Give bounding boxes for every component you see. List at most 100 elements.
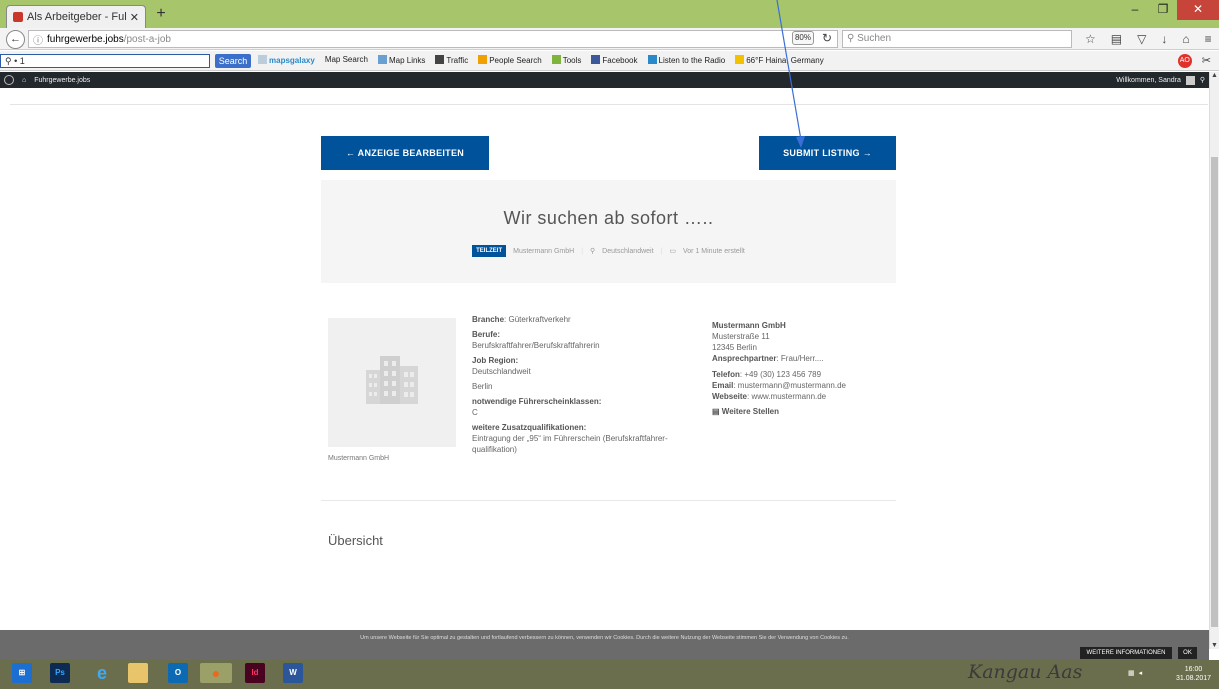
job-header: Wir suchen ab sofort ….. TEILZEIT Muster…	[321, 180, 896, 283]
toolbar-link-people-search[interactable]: People Search	[478, 55, 542, 65]
calendar-icon: ▭	[669, 248, 676, 255]
volume-icon[interactable]: ◂	[1139, 669, 1143, 677]
zusatz-label: weitere Zusatzqualifikationen:	[472, 423, 587, 432]
divider: |	[660, 247, 663, 255]
job-meta: TEILZEIT Mustermann GmbH | ⚲ Deutschland…	[321, 245, 896, 257]
contact-email[interactable]: mustermann@mustermann.de	[738, 381, 846, 390]
job-title: Wir suchen ab sofort …..	[503, 208, 714, 228]
admin-bar-right: Willkommen, Sandra ⚲	[1116, 72, 1205, 88]
clock-time: 16:00	[1184, 666, 1203, 673]
back-arrow-icon: ←	[10, 33, 21, 45]
addon-avatar-icon[interactable]: AO	[1177, 54, 1192, 68]
tab-close-icon[interactable]: ✕	[130, 11, 139, 24]
system-tray: ▦ ◂	[1128, 669, 1142, 677]
fuehrerschein-label: notwendige Führerscheinklassen:	[472, 397, 602, 406]
scrollbar-thumb[interactable]	[1211, 157, 1218, 627]
address-bar[interactable]: ⓘ fuhrgewerbe.jobs/post-a-job	[28, 30, 838, 48]
user-avatar[interactable]	[1185, 75, 1195, 85]
browser-tab-bar: Als Arbeitgeber - Fuhrgewer ✕ + – ❐ ✕	[0, 0, 1219, 28]
bookmarks-list-icon[interactable]: ▤	[1111, 32, 1122, 46]
wordpress-logo-icon[interactable]	[4, 75, 14, 85]
internet-explorer-icon[interactable]: e	[92, 663, 112, 683]
new-tab-button[interactable]: +	[150, 5, 172, 25]
toolbar-search-input[interactable]: ⚲ • 1	[0, 54, 210, 68]
logo-caption: Mustermann GmbH	[328, 455, 390, 462]
divider: |	[581, 247, 584, 255]
back-button[interactable]: ←	[6, 30, 25, 49]
cookie-banner: Um unsere Webseite für Sie optimal zu ge…	[0, 630, 1209, 660]
indesign-icon[interactable]: Id	[245, 663, 265, 683]
browser-search-input[interactable]: ⚲ Suchen	[842, 30, 1072, 48]
cookie-more-button[interactable]: WEITERE INFORMATIONEN	[1080, 647, 1172, 659]
firefox-icon[interactable]: ●	[200, 663, 232, 683]
edit-listing-button[interactable]: ← ANZEIGE BEARBEITEN	[321, 136, 489, 170]
window-close-button[interactable]: ✕	[1177, 0, 1219, 20]
berufe-value: Berufskraftfahrer/Berufskraftfahrerin	[472, 341, 600, 350]
email-label: Email	[712, 381, 734, 390]
weather-sun-icon	[735, 55, 745, 64]
menu-icon[interactable]: ≡	[1205, 32, 1212, 46]
browser-tab[interactable]: Als Arbeitgeber - Fuhrgewer ✕	[6, 5, 146, 28]
company-contact: Mustermann GmbH Musterstraße 11 12345 Be…	[712, 320, 887, 417]
toolbar-search-button[interactable]: Search	[215, 54, 251, 68]
bookmark-star-icon[interactable]: ☆	[1085, 32, 1096, 46]
admin-welcome[interactable]: Willkommen, Sandra	[1116, 77, 1181, 84]
divider	[10, 104, 1208, 105]
job-details: Branche: Güterkraftverkehr Berufe: Beruf…	[472, 314, 692, 459]
page-scrollbar[interactable]: ▲ ▼	[1209, 72, 1219, 649]
outlook-icon[interactable]: O	[168, 663, 188, 683]
scroll-up-icon[interactable]: ▲	[1210, 72, 1219, 79]
minimize-button[interactable]: –	[1121, 0, 1149, 20]
zoom-indicator[interactable]: 80%	[792, 31, 814, 45]
photoshop-icon[interactable]: Ps	[50, 663, 70, 683]
tools-wrench-icon[interactable]: ✂	[1202, 54, 1211, 68]
addon-toolbar: ⚲ • 1 Search mapsgalaxy Map Search Map L…	[0, 51, 1219, 71]
job-location: Deutschlandweit	[602, 247, 654, 255]
contact-street: Musterstraße 11	[712, 332, 770, 341]
maximize-button[interactable]: ❐	[1149, 0, 1177, 20]
contact-web[interactable]: www.mustermann.de	[751, 392, 826, 401]
job-created: Vor 1 Minute erstellt	[683, 247, 745, 255]
toolbar-link-facebook[interactable]: Facebook	[591, 55, 638, 65]
toolbar-link-map-links[interactable]: Map Links	[377, 55, 425, 65]
cookie-ok-button[interactable]: OK	[1178, 647, 1197, 659]
taskbar-clock[interactable]: 16:00 31.08.2017	[1176, 665, 1211, 683]
more-jobs-link[interactable]: ▤ Weitere Stellen	[712, 406, 887, 417]
divider	[321, 500, 896, 501]
windows-taskbar: ⊞ Ps e O ● Id W Kangau Aas ▦ ◂ 16:00 31.…	[0, 660, 1219, 689]
submit-listing-button[interactable]: SUBMIT LISTING →	[759, 136, 896, 170]
home-icon[interactable]: ⌂	[1182, 32, 1189, 46]
map-icon	[377, 55, 387, 64]
toolbar-weather[interactable]: 66°F Haina, Germany	[735, 55, 824, 65]
browser-toolbar-icons: ☆ ▤ ▽ ↓ ⌂ ≡	[1085, 32, 1212, 46]
navigation-bar: ← ⓘ fuhrgewerbe.jobs/post-a-job 80% ↻ ⚲ …	[0, 28, 1219, 50]
admin-site-link[interactable]: Fuhrgewerbe.jobs	[34, 77, 90, 84]
contact-company: Mustermann GmbH	[712, 321, 786, 330]
region-value-2: Berlin	[472, 382, 493, 391]
file-explorer-icon[interactable]	[128, 663, 148, 683]
reload-icon[interactable]: ↻	[822, 31, 832, 45]
toolbar-link-radio[interactable]: Listen to the Radio	[647, 55, 725, 65]
clock-date: 31.08.2017	[1176, 675, 1212, 682]
word-icon[interactable]: W	[283, 663, 303, 683]
info-icon[interactable]: ⓘ	[33, 32, 43, 47]
network-icon[interactable]: ▦	[1128, 669, 1135, 677]
wp-admin-bar: ⌂ Fuhrgewerbe.jobs	[0, 72, 1209, 88]
pocket-icon[interactable]: ▽	[1137, 32, 1146, 46]
toolbar-link-traffic[interactable]: Traffic	[435, 55, 468, 65]
region-value-1: Deutschlandweit	[472, 367, 531, 376]
toolbar-link-map-search[interactable]: Map Search	[325, 55, 368, 65]
list-icon: ▤	[712, 407, 720, 416]
search-icon[interactable]: ⚲	[1200, 76, 1205, 84]
fuehrerschein-value: C	[472, 408, 478, 417]
scroll-down-icon[interactable]: ▼	[1210, 642, 1219, 649]
job-type-badge: TEILZEIT	[472, 245, 507, 257]
toolbar-link-mapsgalaxy[interactable]: mapsgalaxy	[258, 55, 315, 65]
phone-label: Telefon	[712, 370, 740, 379]
download-icon[interactable]: ↓	[1161, 32, 1167, 46]
site-favicon-icon	[13, 12, 23, 22]
start-icon[interactable]: ⊞	[12, 663, 32, 683]
location-pin-icon: ⚲	[590, 248, 596, 255]
toolbar-link-tools[interactable]: Tools	[551, 55, 581, 65]
tab-title: Als Arbeitgeber - Fuhrgewer	[27, 11, 126, 23]
